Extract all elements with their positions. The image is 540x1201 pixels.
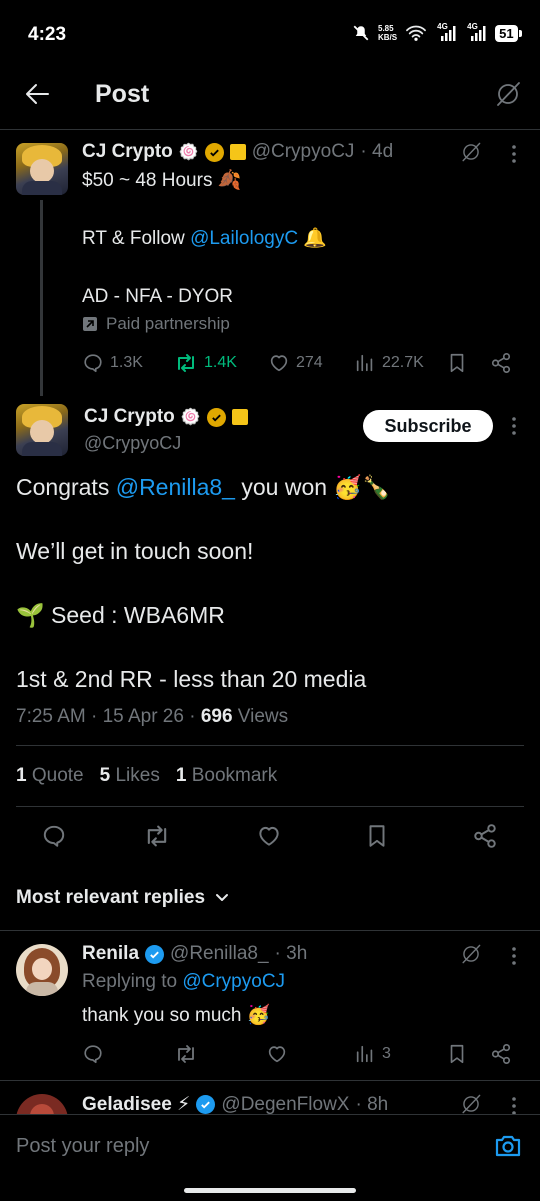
- reply-button[interactable]: 1.3K: [82, 352, 143, 374]
- verified-badge-icon: [196, 1095, 216, 1114]
- views-button[interactable]: 3: [354, 1043, 391, 1065]
- share-icon[interactable]: [490, 1043, 512, 1065]
- author-handle[interactable]: @CrypyoCJ: [252, 141, 355, 163]
- paid-partnership-icon: [82, 316, 98, 332]
- reply-text: thank you so much 🥳: [82, 1005, 271, 1026]
- post-text-line: $50 ~ 48 Hours 🍂: [82, 170, 242, 191]
- views-count: 696: [200, 706, 233, 727]
- grok-icon[interactable]: [460, 1093, 482, 1115]
- affiliate-badge-icon: [231, 409, 248, 425]
- thread-line: [40, 200, 43, 396]
- reply-composer: Post your reply: [0, 1114, 540, 1201]
- share-icon[interactable]: [472, 823, 498, 849]
- post-text-line: We’ll get in touch soon!: [16, 538, 254, 564]
- verified-badge-icon: [204, 142, 224, 162]
- avatar[interactable]: [16, 404, 68, 456]
- header: Post: [0, 70, 540, 128]
- mute-icon: [352, 24, 370, 42]
- like-icon[interactable]: [256, 823, 282, 849]
- grok-icon[interactable]: [460, 141, 482, 163]
- reply-time: · 3h: [274, 943, 308, 964]
- author-name[interactable]: Geladisee ⚡: [82, 1093, 190, 1116]
- spiral-emoji-icon: 🍥: [180, 409, 201, 426]
- back-arrow-icon[interactable]: [24, 82, 50, 106]
- author-handle[interactable]: @DegenFlowX: [221, 1094, 349, 1116]
- share-icon[interactable]: [490, 352, 512, 374]
- post-timestamp: 7:25 AM · 15 Apr 26 · 696 Views: [16, 706, 289, 727]
- engagement-stats: 1 Quote 5 Likes 1 Bookmark: [16, 765, 277, 787]
- bookmark-icon[interactable]: [446, 352, 468, 374]
- signal-1: 4G: [435, 22, 457, 42]
- chevron-down-icon: [215, 893, 229, 903]
- verified-badge-icon: [206, 407, 226, 427]
- subscribe-button[interactable]: Subscribe: [363, 410, 493, 442]
- author-handle[interactable]: @Renilla8_: [170, 943, 269, 965]
- reply-divider: [0, 1080, 540, 1081]
- post-text-line: AD - NFA - DYOR: [82, 286, 233, 307]
- author-name[interactable]: CJ Crypto: [84, 406, 175, 428]
- repost-button[interactable]: 1.4K: [174, 352, 237, 374]
- home-indicator: [184, 1188, 356, 1193]
- replies-divider: [0, 930, 540, 931]
- camera-icon[interactable]: [494, 1133, 522, 1159]
- signal-2: 4G: [465, 22, 487, 42]
- verified-badge-icon: [145, 944, 165, 964]
- bookmarks-stat[interactable]: 1 Bookmark: [176, 765, 277, 787]
- avatar[interactable]: [16, 944, 68, 996]
- post-time: · 4d: [360, 141, 394, 162]
- avatar[interactable]: [16, 143, 68, 195]
- more-icon[interactable]: [510, 1096, 518, 1116]
- more-icon[interactable]: [510, 416, 518, 436]
- net-speed: 5.85 KB/S: [378, 24, 398, 42]
- repost-icon[interactable]: [174, 1043, 198, 1065]
- status-time: 4:23: [28, 24, 67, 45]
- mention-link[interactable]: @Renilla8_: [116, 474, 235, 500]
- reply-input[interactable]: Post your reply: [16, 1135, 149, 1158]
- post-text-line: RT & Follow @LailologyC 🔔: [82, 228, 328, 249]
- header-divider: [0, 129, 540, 130]
- reply-author-row: Renila @Renilla8_ · 3h: [82, 943, 307, 965]
- affiliate-badge-icon: [229, 144, 246, 160]
- replying-to: Replying to @CrypyoCJ: [82, 971, 286, 992]
- main-author-row: CJ Crypto 🍥: [84, 406, 248, 428]
- author-name[interactable]: CJ Crypto: [82, 141, 173, 163]
- battery-icon: 51: [495, 24, 522, 42]
- wifi-icon: [405, 24, 427, 42]
- spiral-emoji-icon: 🍥: [178, 144, 199, 161]
- stats-divider-bottom: [16, 806, 524, 807]
- post-text-line: Congrats @Renilla8_ you won 🥳🍾: [16, 474, 391, 500]
- mention-link[interactable]: @LailologyC: [190, 228, 298, 249]
- post-text-line: 🌱 Seed : WBA6MR: [16, 602, 225, 628]
- like-icon[interactable]: [266, 1043, 288, 1065]
- more-icon[interactable]: [510, 144, 518, 164]
- more-icon[interactable]: [510, 946, 518, 966]
- parent-post-body: $50 ~ 48 Hours 🍂 RT & Follow @LailologyC…: [82, 168, 512, 309]
- parent-author-row: CJ Crypto 🍥 @CrypyoCJ · 4d: [82, 141, 393, 163]
- grok-icon[interactable]: [460, 943, 482, 965]
- bookmark-icon[interactable]: [446, 1043, 468, 1065]
- main-post-body: Congrats @Renilla8_ you won 🥳🍾 We’ll get…: [16, 471, 526, 695]
- status-bar: 4:23 5.85 KB/S 4G 4G 51: [0, 0, 540, 70]
- like-button[interactable]: 274: [268, 352, 323, 374]
- likes-stat[interactable]: 5 Likes: [100, 765, 160, 787]
- status-icons: 5.85 KB/S 4G 4G 51: [352, 22, 522, 42]
- stats-divider-top: [16, 745, 524, 746]
- author-name[interactable]: Renila: [82, 943, 139, 965]
- author-handle[interactable]: @CrypyoCJ: [84, 433, 181, 454]
- paid-partnership: Paid partnership: [82, 314, 230, 334]
- repost-icon[interactable]: [143, 823, 171, 849]
- replies-sort-dropdown[interactable]: Most relevant replies: [16, 887, 229, 909]
- page-title: Post: [95, 80, 150, 108]
- reply-author-row: Geladisee ⚡ @DegenFlowX · 8h: [82, 1093, 388, 1116]
- bookmark-icon[interactable]: [364, 823, 390, 849]
- reply-icon[interactable]: [82, 1043, 104, 1065]
- mention-link[interactable]: @CrypyoCJ: [182, 971, 285, 992]
- quotes-stat[interactable]: 1 Quote: [16, 765, 84, 787]
- grok-icon[interactable]: [494, 80, 522, 108]
- post-text-line: 1st & 2nd RR - less than 20 media: [16, 666, 367, 692]
- reply-time: · 8h: [355, 1093, 389, 1115]
- reply-icon[interactable]: [41, 823, 67, 849]
- views-button[interactable]: 22.7K: [354, 352, 424, 374]
